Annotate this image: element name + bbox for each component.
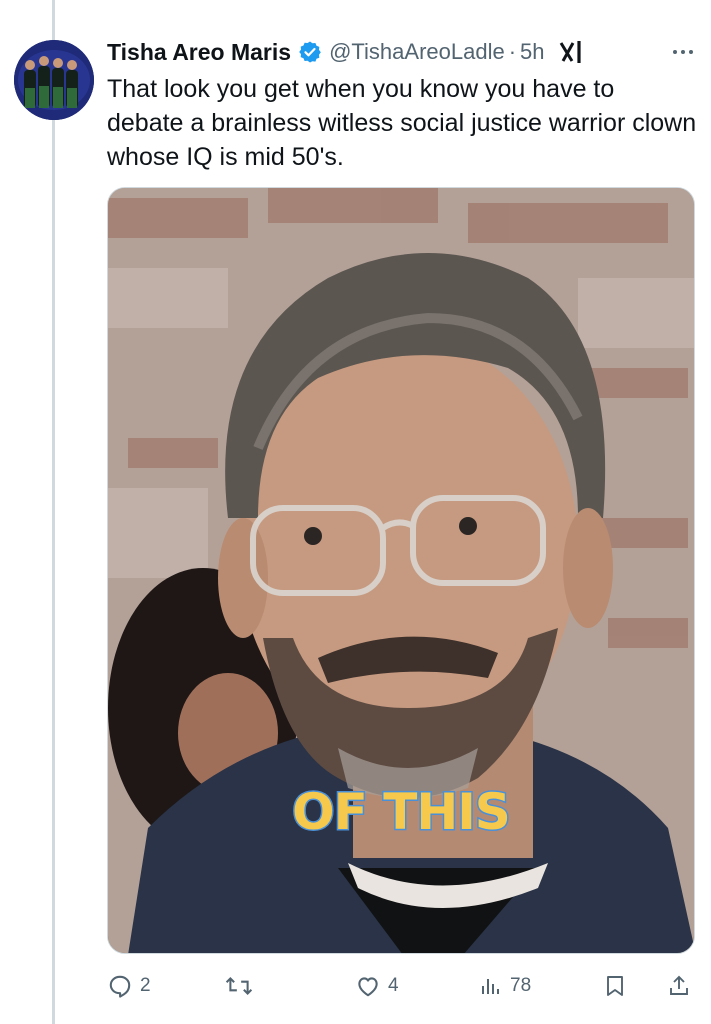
views-icon: [479, 973, 503, 999]
repost-icon: [225, 973, 253, 999]
repost-button[interactable]: [225, 966, 260, 1006]
author-name[interactable]: Tisha Areo Maris: [107, 39, 291, 66]
bookmark-icon: [603, 973, 627, 999]
more-icon[interactable]: [669, 38, 697, 66]
like-count: 4: [388, 975, 399, 996]
share-button[interactable]: [667, 966, 691, 1006]
tweet-header: Tisha Areo Maris @TishaAreoLadle · 5h: [107, 34, 697, 70]
separator-dot: ·: [508, 39, 517, 64]
like-button[interactable]: 4: [355, 966, 399, 1006]
share-icon: [667, 973, 691, 999]
tweet-actions: 2 4 78: [107, 966, 697, 1006]
verified-badge-icon: [298, 40, 322, 64]
author-handle[interactable]: @TishaAreoLadle: [329, 39, 505, 65]
views-count: 78: [510, 975, 532, 996]
reply-count: 2: [140, 975, 151, 996]
tweet-text: That look you get when you know you have…: [107, 75, 697, 171]
views-button[interactable]: 78: [479, 966, 531, 1006]
reply-button[interactable]: 2: [107, 966, 151, 1006]
tweet-time[interactable]: 5h: [520, 39, 544, 65]
grok-icon[interactable]: [557, 35, 591, 69]
thread-line: [52, 0, 55, 1024]
avatar-image: [14, 40, 94, 120]
reply-icon: [107, 973, 133, 999]
avatar[interactable]: [14, 40, 94, 120]
video-caption: OF THIS: [291, 782, 513, 843]
heart-icon: [355, 973, 381, 999]
bookmark-button[interactable]: [603, 966, 627, 1006]
tweet-media-video[interactable]: OF THIS: [107, 187, 695, 954]
